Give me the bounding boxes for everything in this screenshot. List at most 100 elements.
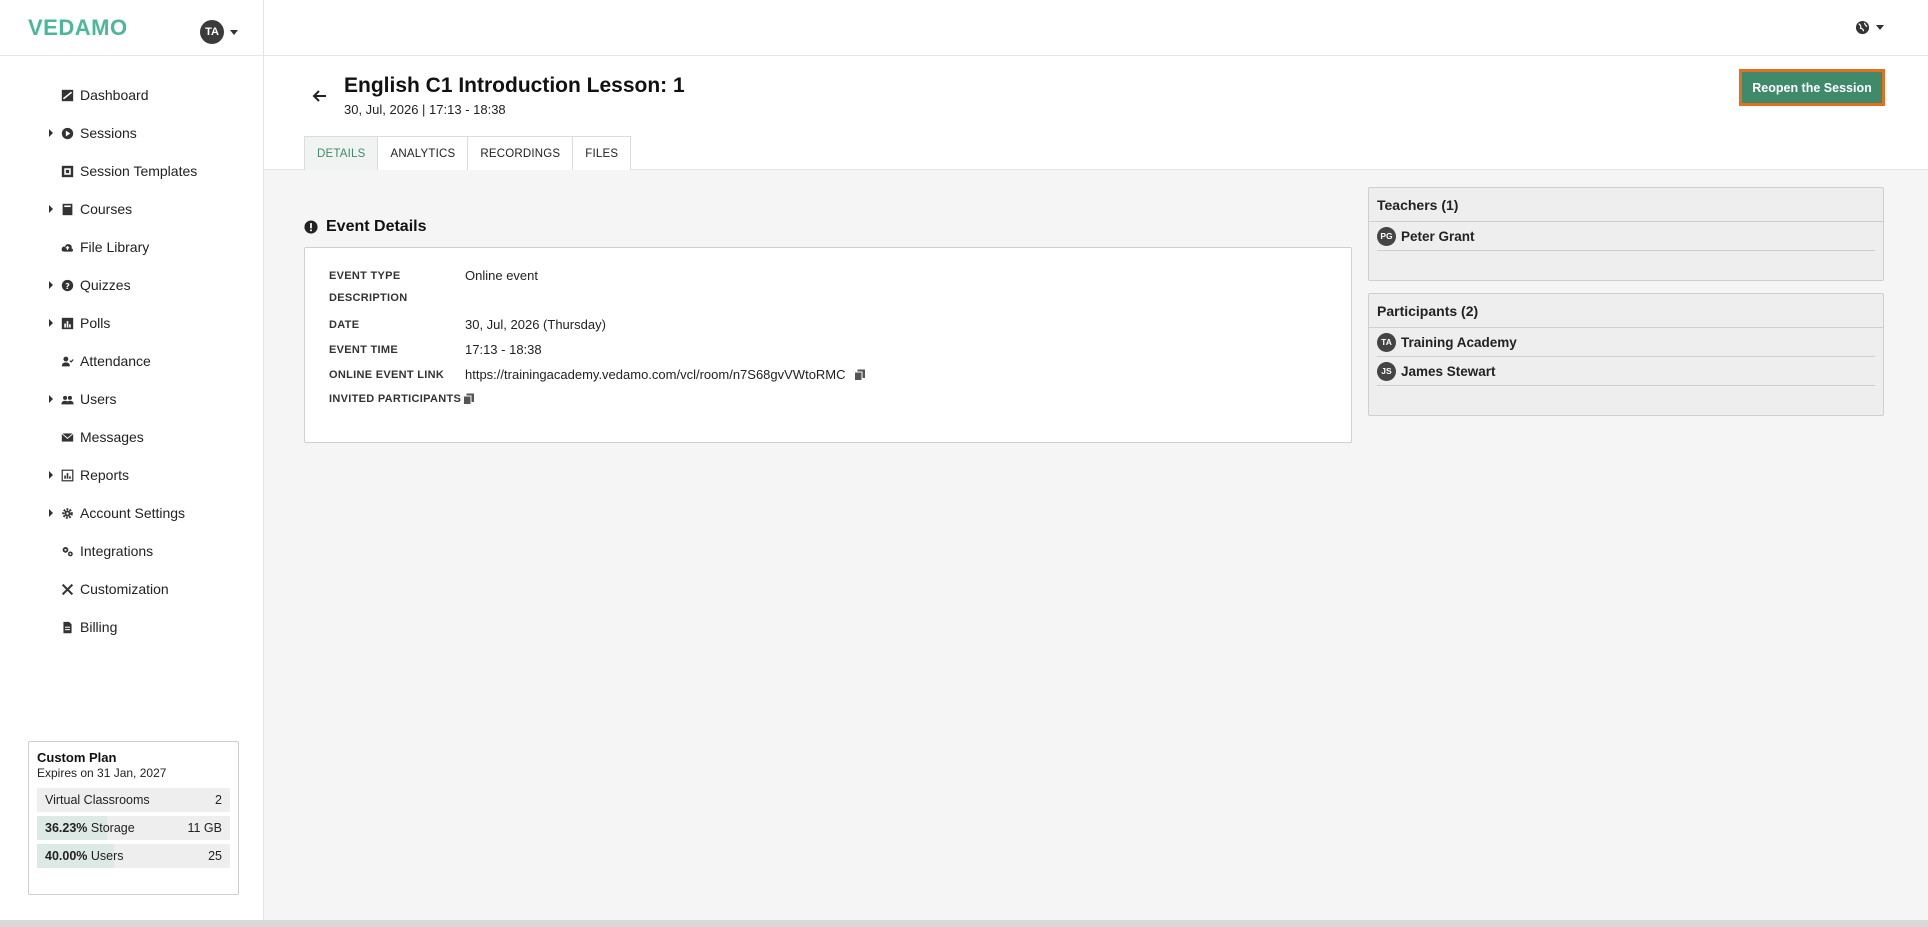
event-row-description: DESCRIPTION — [329, 292, 465, 304]
play-circle-icon — [60, 126, 74, 140]
event-details-card: EVENT TYPE Online event DESCRIPTION DATE… — [304, 247, 1352, 443]
avatar: TA — [200, 20, 224, 44]
plan-row-label: Virtual Classrooms — [45, 793, 150, 807]
sidebar-item-label: Customization — [80, 581, 169, 597]
sidebar-item-messages[interactable]: Messages — [0, 418, 264, 456]
caret-right-icon — [49, 395, 53, 403]
vedamo-logo[interactable]: VEDAMO — [28, 15, 128, 41]
field-value: Online event — [465, 268, 538, 283]
sidebar-item-reports[interactable]: Reports — [0, 456, 264, 494]
sidebar-item-customization[interactable]: Customization — [0, 570, 264, 608]
sidebar-item-label: Courses — [80, 201, 133, 217]
person-name: Training Academy — [1401, 334, 1517, 350]
plan-row-value: 2 — [215, 793, 222, 807]
plan-row-virtual-classrooms: Virtual Classrooms 2 — [37, 788, 230, 812]
teachers-panel: Teachers (1) PG Peter Grant — [1368, 187, 1884, 281]
sidebar-item-polls[interactable]: Polls — [0, 304, 264, 342]
sidebar-item-courses[interactable]: Courses — [0, 190, 264, 228]
panel-title: Teachers (1) — [1369, 188, 1883, 222]
arrow-left-icon[interactable] — [310, 86, 330, 106]
caret-right-icon — [49, 471, 53, 479]
user-check-icon — [60, 354, 74, 368]
storage-percent: 36.23% — [45, 821, 88, 835]
plan-expiry: Expires on 31 Jan, 2027 — [37, 766, 167, 780]
avatar: PG — [1377, 226, 1396, 246]
user-menu[interactable]: TA — [200, 20, 238, 44]
dashboard-icon — [60, 88, 74, 102]
sidebar-item-integrations[interactable]: Integrations — [0, 532, 264, 570]
panel-title: Participants (2) — [1369, 294, 1883, 328]
event-row-date: DATE 30, Jul, 2026 (Thursday) — [329, 317, 606, 332]
report-icon — [60, 468, 74, 482]
envelope-icon — [60, 430, 74, 444]
svg-text:?: ? — [65, 280, 70, 290]
copy-icon[interactable] — [463, 393, 475, 405]
sidebar-item-account-settings[interactable]: Account Settings — [0, 494, 264, 532]
question-circle-icon: ? — [60, 278, 74, 292]
sidebar-item-quizzes[interactable]: ? Quizzes — [0, 266, 264, 304]
field-label: DESCRIPTION — [329, 292, 408, 304]
caret-right-icon — [49, 281, 53, 289]
plan-row-label: 36.23% Storage — [45, 821, 135, 835]
tab-files[interactable]: FILES — [572, 136, 632, 170]
list-item: PG Peter Grant — [1377, 222, 1875, 251]
tab-details[interactable]: DETAILS — [304, 136, 379, 170]
sidebar-item-session-templates[interactable]: Session Templates — [0, 152, 264, 190]
tab-recordings[interactable]: RECORDINGS — [467, 136, 574, 170]
list-item: TA Training Academy — [1377, 328, 1875, 357]
plan-row-label: 40.00% Users — [45, 849, 124, 863]
field-label: DATE — [329, 318, 360, 331]
sidebar-item-label: Reports — [80, 467, 130, 483]
plan-row-value: 25 — [208, 849, 222, 863]
field-label: EVENT TIME — [329, 343, 399, 356]
plan-row-users: 40.00% Users 25 — [37, 844, 230, 868]
caret-right-icon — [49, 319, 53, 327]
sidebar-item-label: Messages — [80, 429, 144, 445]
field-value: 30, Jul, 2026 (Thursday) — [465, 317, 606, 332]
reopen-session-button[interactable]: Reopen the Session — [1739, 69, 1885, 106]
plan-row-storage: 36.23% Storage 11 GB — [37, 816, 230, 840]
field-value: 17:13 - 18:38 — [465, 342, 542, 357]
event-row-time: EVENT TIME 17:13 - 18:38 — [329, 342, 542, 357]
top-bar — [264, 0, 1928, 56]
avatar: TA — [1377, 332, 1396, 352]
cloud-upload-icon — [60, 240, 74, 254]
avatar: JS — [1377, 361, 1396, 381]
users-percent: 40.00% — [45, 849, 88, 863]
field-label: EVENT TYPE — [329, 269, 401, 282]
session-header: English C1 Introduction Lesson: 1 30, Ju… — [264, 56, 1928, 170]
sidebar-item-label: Sessions — [80, 125, 137, 141]
page-title: English C1 Introduction Lesson: 1 — [344, 74, 685, 97]
caret-down-icon — [1876, 25, 1884, 30]
caret-right-icon — [49, 205, 53, 213]
field-label: ONLINE EVENT LINK — [329, 368, 445, 381]
sidebar-item-billing[interactable]: Billing — [0, 608, 264, 646]
sidebar-item-dashboard[interactable]: Dashboard — [0, 76, 264, 114]
sidebar-item-sessions[interactable]: Sessions — [0, 114, 264, 152]
details-content: Event Details EVENT TYPE Online event DE… — [264, 170, 1928, 920]
caret-right-icon — [49, 129, 53, 137]
info-circle-icon — [304, 220, 318, 234]
tab-analytics[interactable]: ANALYTICS — [377, 136, 469, 170]
book-icon — [60, 202, 74, 216]
plan-title: Custom Plan — [37, 750, 117, 765]
sidebar: VEDAMO TA Dashboard Sessions Session Tem… — [0, 0, 264, 920]
sidebar-item-label: Billing — [80, 619, 118, 635]
window-bottom-edge — [0, 920, 1928, 927]
sidebar-item-users[interactable]: Users — [0, 380, 264, 418]
sidebar-item-attendance[interactable]: Attendance — [0, 342, 264, 380]
sidebar-item-label: Session Templates — [80, 163, 198, 179]
sidebar-nav: Dashboard Sessions Session Templates Cou… — [0, 76, 264, 646]
caret-right-icon — [49, 509, 53, 517]
bar-chart-icon — [60, 316, 74, 330]
plan-card: Custom Plan Expires on 31 Jan, 2027 Virt… — [28, 741, 239, 895]
gears-icon — [60, 544, 74, 558]
language-menu[interactable] — [1855, 20, 1884, 35]
tab-bar: DETAILS ANALYTICS RECORDINGS FILES — [304, 136, 632, 170]
event-row-link: ONLINE EVENT LINK https://trainingacadem… — [329, 367, 866, 382]
copy-icon[interactable] — [853, 369, 866, 381]
participants-panel: Participants (2) TA Training Academy JS … — [1368, 293, 1884, 416]
plan-row-value: 11 GB — [187, 821, 222, 835]
sidebar-item-file-library[interactable]: File Library — [0, 228, 264, 266]
online-event-link[interactable]: https://trainingacademy.vedamo.com/vcl/r… — [465, 367, 846, 382]
